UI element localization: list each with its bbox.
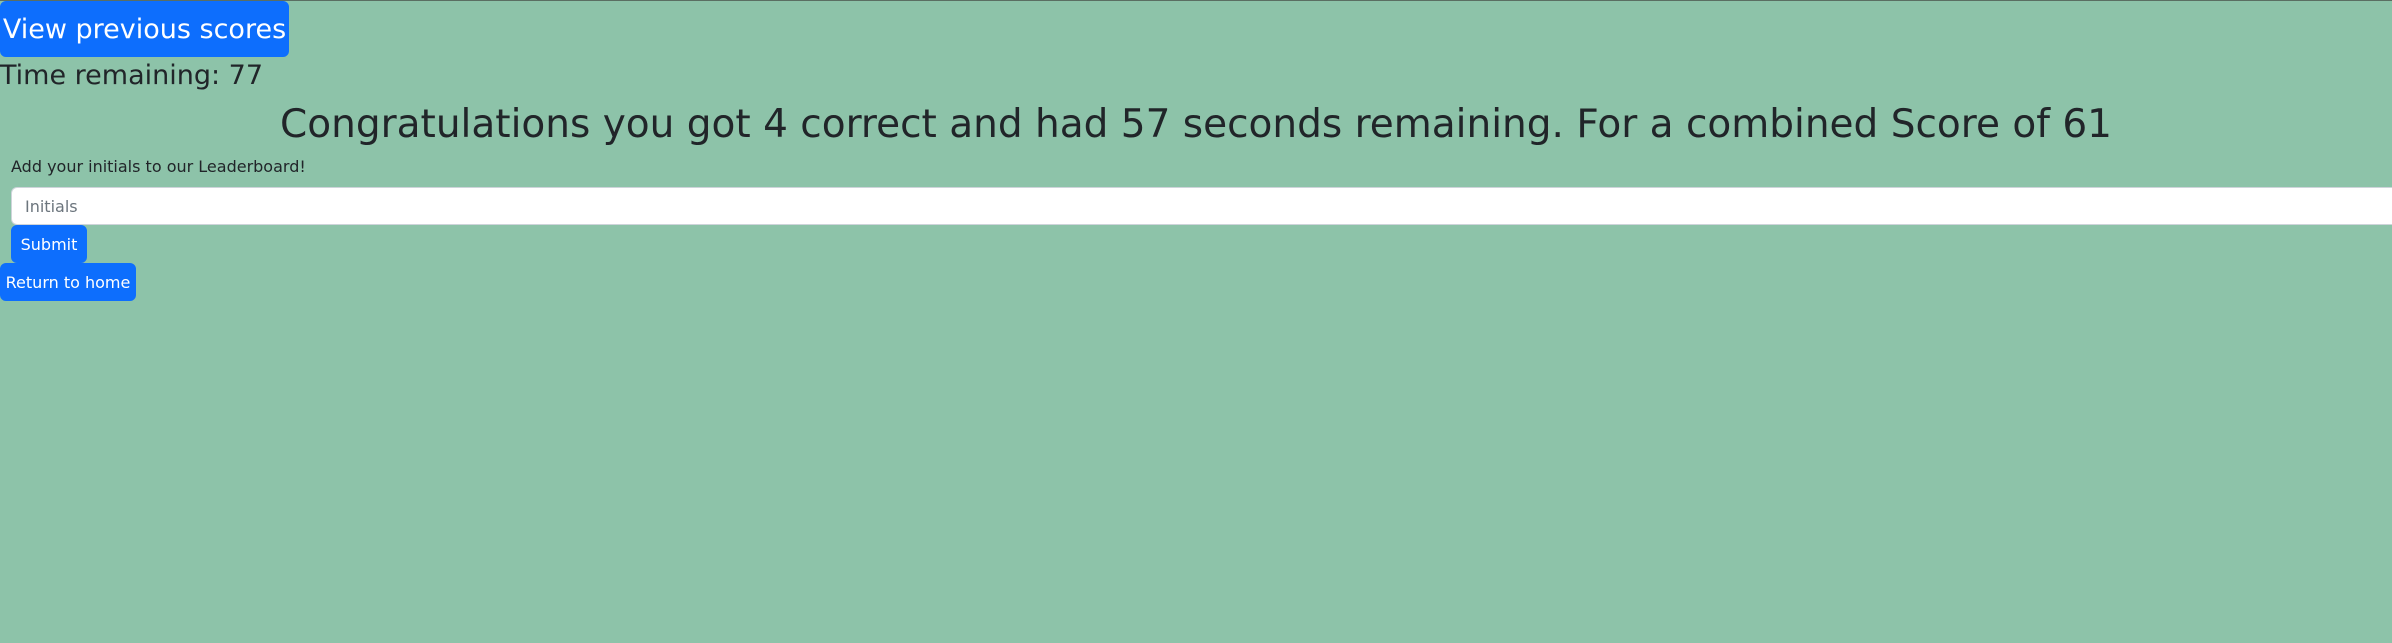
initials-input[interactable] <box>11 187 2392 225</box>
submit-button[interactable]: Submit <box>11 225 87 263</box>
view-previous-scores-button[interactable]: View previous scores <box>0 1 289 57</box>
result-message: Congratulations you got 4 correct and ha… <box>280 102 2112 147</box>
leaderboard-label: Add your initials to our Leaderboard! <box>11 157 306 176</box>
time-remaining-text: Time remaining: 77 <box>0 60 264 91</box>
return-home-button[interactable]: Return to home <box>0 263 136 301</box>
